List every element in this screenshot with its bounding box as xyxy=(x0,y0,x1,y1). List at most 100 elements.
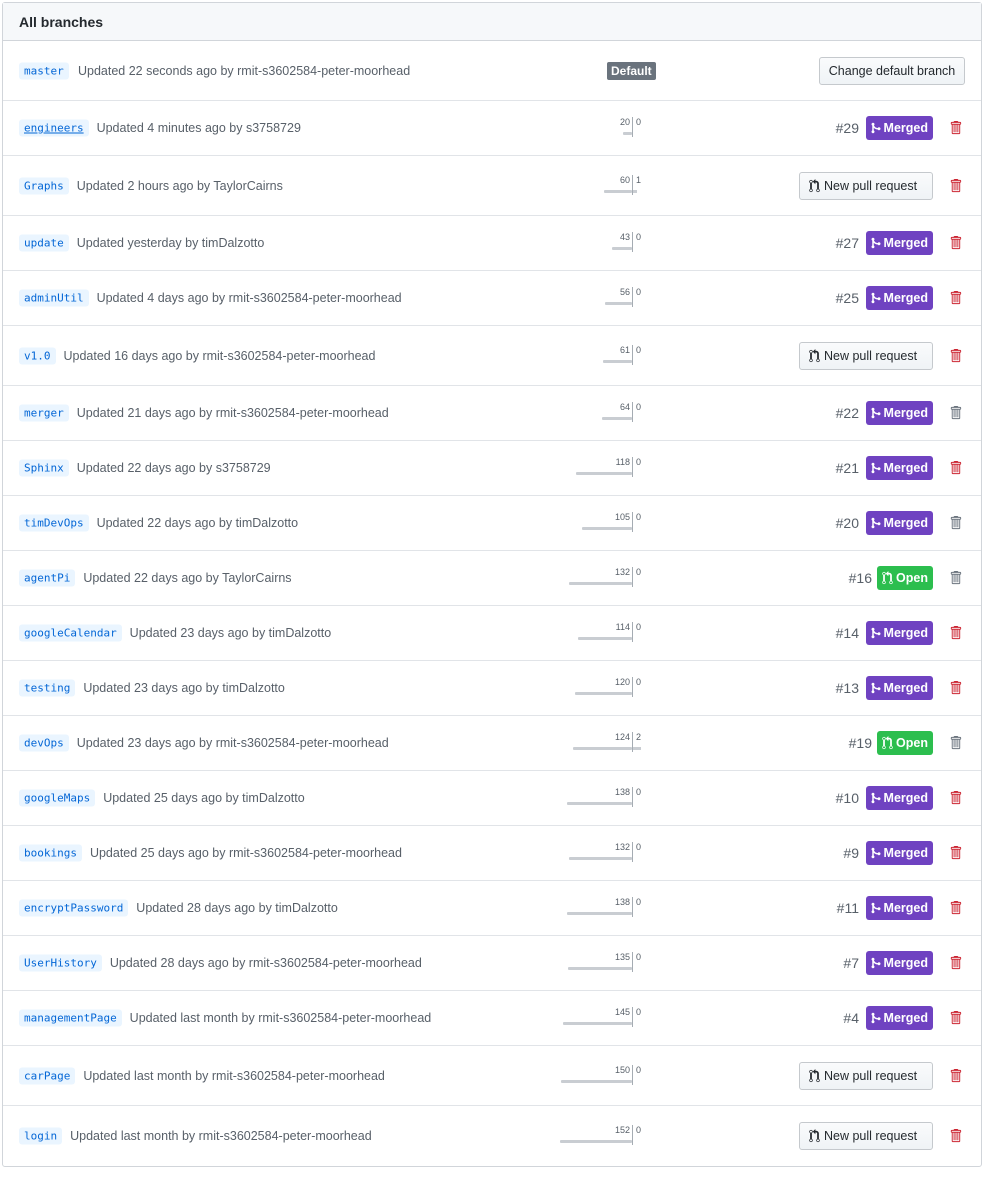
trash-icon[interactable] xyxy=(949,460,963,476)
branch-name-link[interactable]: carPage xyxy=(19,1067,76,1084)
branch-name-link[interactable]: encryptPassword xyxy=(19,899,129,917)
merged-state-badge[interactable]: Merged xyxy=(865,786,933,810)
branch-name-link[interactable]: bookings xyxy=(19,844,82,862)
pull-request-number-link[interactable]: #11 xyxy=(799,900,859,916)
pull-request-number-link[interactable]: #22 xyxy=(799,405,859,421)
pull-request-number-link[interactable]: #20 xyxy=(799,515,859,531)
behind-bar xyxy=(568,967,632,970)
ahead-behind-graph: 152 0 xyxy=(538,1125,641,1147)
pull-request-number-link[interactable]: #29 xyxy=(799,120,859,136)
trash-icon[interactable] xyxy=(949,1068,963,1084)
branch-name-link[interactable]: devOps xyxy=(19,734,69,752)
state-label: Merged xyxy=(883,461,928,475)
ahead-bar xyxy=(633,189,637,193)
new-pull-request-button[interactable]: New pull request xyxy=(799,1122,933,1150)
ahead-behind-divider xyxy=(632,787,633,807)
pull-request-number-link[interactable]: #9 xyxy=(799,845,859,861)
pull-request-number-link[interactable]: #27 xyxy=(799,235,859,251)
trash-icon[interactable] xyxy=(949,120,963,136)
branch-name-link[interactable]: UserHistory xyxy=(19,954,102,972)
ahead-count: 1 xyxy=(636,174,642,185)
branch-name-link[interactable]: googleCalendar xyxy=(19,624,122,642)
branch-name-link[interactable]: googleMaps xyxy=(19,789,96,807)
branch-name-link[interactable]: login xyxy=(19,1127,63,1145)
branch-name-link[interactable]: v1.0 xyxy=(19,347,56,364)
trash-icon[interactable] xyxy=(949,348,963,364)
new-pull-request-button[interactable]: New pull request xyxy=(799,171,933,200)
new-pull-request-label: New pull request xyxy=(824,1068,918,1083)
branch-name-link[interactable]: master xyxy=(19,62,69,79)
branch-row: googleMaps Updated 25 days ago by timDalz… xyxy=(3,771,981,826)
trash-icon[interactable] xyxy=(949,405,963,421)
trash-icon[interactable] xyxy=(949,1128,963,1144)
merged-state-badge[interactable]: Merged xyxy=(865,286,933,310)
merged-state-badge[interactable]: Merged xyxy=(865,896,933,920)
pull-request-number-link[interactable]: #19 xyxy=(812,735,872,751)
branch-name-link[interactable]: managementPage xyxy=(19,1009,122,1027)
ahead-count: 0 xyxy=(636,344,642,355)
branch-name-link[interactable]: adminUtil xyxy=(19,289,89,307)
merged-state-badge[interactable]: Merged xyxy=(865,116,933,140)
branch-name-link[interactable]: timDevOps xyxy=(19,514,89,532)
trash-icon[interactable] xyxy=(949,790,963,806)
behind-count: 132 xyxy=(614,567,630,577)
branch-name-link[interactable]: Sphinx xyxy=(19,459,69,477)
merged-state-badge[interactable]: Merged xyxy=(865,676,933,700)
merge-icon xyxy=(871,407,884,419)
behind-bar xyxy=(561,1079,632,1083)
pull-request-number-link[interactable]: #10 xyxy=(799,790,859,806)
trash-icon[interactable] xyxy=(949,515,963,531)
state-label: Merged xyxy=(883,956,928,970)
merged-state-badge[interactable]: Merged xyxy=(865,621,933,645)
ahead-count: 0 xyxy=(636,1007,642,1017)
state-label: Open xyxy=(896,736,928,750)
ahead-behind-graph: 120 0 xyxy=(538,677,641,699)
pull-request-number-link[interactable]: #16 xyxy=(812,570,872,586)
pull-request-number-link[interactable]: #21 xyxy=(799,460,859,476)
trash-icon[interactable] xyxy=(949,235,963,251)
branch-updated-text: Updated 25 days ago by rmit-s3602584-pet… xyxy=(89,846,402,860)
new-pull-request-button[interactable]: New pull request xyxy=(799,341,933,370)
branch-row: googleCalendar Updated 23 days ago by tim… xyxy=(3,606,981,661)
open-state-badge[interactable]: Open xyxy=(877,566,933,590)
trash-icon[interactable] xyxy=(949,735,963,751)
merged-state-badge[interactable]: Merged xyxy=(865,511,933,535)
merged-state-badge[interactable]: Merged xyxy=(865,841,933,865)
behind-bar xyxy=(604,189,632,193)
branch-name-link[interactable]: merger xyxy=(19,404,69,422)
branch-name-link[interactable]: agentPi xyxy=(19,569,76,587)
pull-request-number-link[interactable]: #13 xyxy=(799,680,859,696)
ahead-behind-divider xyxy=(632,287,633,307)
pull-request-number-link[interactable]: #25 xyxy=(799,290,859,306)
branch-name-link[interactable]: engineers xyxy=(19,119,89,137)
behind-count: 56 xyxy=(619,287,630,297)
behind-count: 114 xyxy=(615,622,630,632)
trash-icon[interactable] xyxy=(949,680,963,696)
ahead-count: 0 xyxy=(636,622,642,632)
change-default-branch-button[interactable]: Change default branch xyxy=(819,56,965,85)
merged-state-badge[interactable]: Merged xyxy=(865,456,933,480)
trash-icon[interactable] xyxy=(949,625,963,641)
open-state-badge[interactable]: Open xyxy=(877,731,933,755)
trash-icon[interactable] xyxy=(949,178,963,194)
trash-icon[interactable] xyxy=(949,845,963,861)
branch-name-link[interactable]: update xyxy=(19,234,69,252)
trash-icon[interactable] xyxy=(949,290,963,306)
trash-icon[interactable] xyxy=(949,955,963,971)
branch-name-link[interactable]: Graphs xyxy=(19,177,69,194)
trash-icon[interactable] xyxy=(949,1010,963,1026)
behind-count: 135 xyxy=(614,952,630,962)
new-pull-request-button[interactable]: New pull request xyxy=(799,1061,933,1090)
branch-name-link[interactable]: testing xyxy=(19,679,76,697)
merged-state-badge[interactable]: Merged xyxy=(865,1006,933,1030)
ahead-behind-divider xyxy=(632,677,633,697)
merged-state-badge[interactable]: Merged xyxy=(865,401,933,425)
trash-icon[interactable] xyxy=(949,570,963,586)
merged-state-badge[interactable]: Merged xyxy=(865,231,933,255)
pull-request-number-link[interactable]: #4 xyxy=(799,1010,859,1026)
state-label: Merged xyxy=(883,516,928,530)
merged-state-badge[interactable]: Merged xyxy=(865,951,933,975)
trash-icon[interactable] xyxy=(949,900,963,916)
pull-request-number-link[interactable]: #14 xyxy=(799,625,859,641)
pull-request-number-link[interactable]: #7 xyxy=(799,955,859,971)
